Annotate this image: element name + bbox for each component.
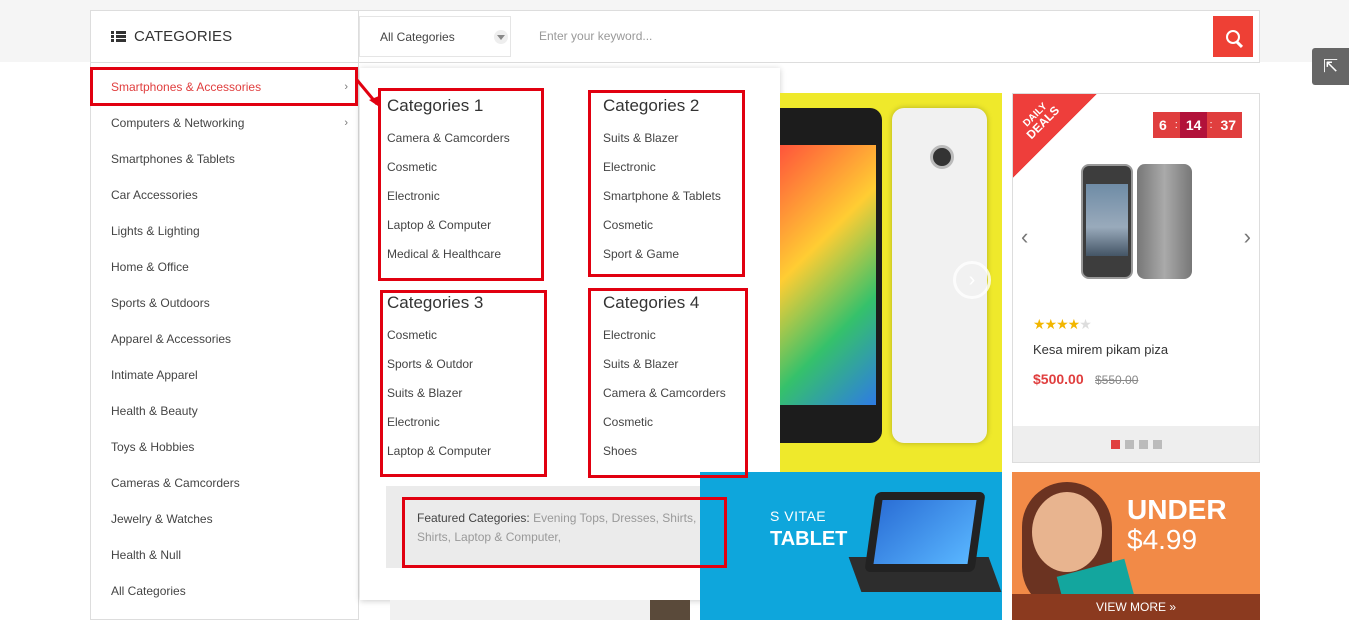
sidebar-item-label: Lights & Lighting	[111, 224, 200, 238]
sidebar-item[interactable]: Apparel & Accessories	[91, 317, 358, 353]
product-price: $500.00	[1033, 371, 1084, 387]
highlight-box	[588, 90, 745, 277]
search-bar: All Categories Enter your keyword...	[359, 10, 1260, 63]
slider-dots	[1013, 426, 1259, 462]
sidebar-item-label: Apparel & Accessories	[111, 332, 232, 346]
search-icon	[1226, 29, 1240, 44]
tablet-image	[864, 492, 986, 572]
timer-seconds: 37	[1214, 112, 1243, 138]
sidebar-item[interactable]: Health & Beauty	[91, 389, 358, 425]
sidebar-item[interactable]: Home & Office	[91, 245, 358, 281]
sidebar-item[interactable]: Computers & Networking ›	[91, 101, 358, 137]
under-price: $4.99	[1127, 524, 1198, 555]
product-image[interactable]	[1081, 164, 1133, 279]
camera-lens	[930, 145, 954, 169]
sidebar-item-label: All Categories	[111, 584, 186, 598]
product-name[interactable]: Kesa mirem pikam piza	[1033, 342, 1168, 357]
slider-next-icon[interactable]: ›	[953, 261, 991, 299]
sidebar-item-label: Health & Null	[111, 548, 182, 562]
highlight-box	[380, 290, 547, 477]
under-label: UNDER	[1127, 494, 1227, 525]
product-image-back	[1137, 164, 1192, 279]
tablet-banner[interactable]: S VITAE TABLET	[700, 472, 1002, 620]
search-input[interactable]: Enter your keyword...	[539, 29, 652, 43]
sidebar-item-label: Cameras & Camcorders	[111, 476, 240, 490]
category-select-value: All Categories	[380, 29, 455, 44]
tablet-banner-line1: S VITAE	[770, 508, 827, 524]
phone-screen	[780, 145, 876, 405]
sidebar-item[interactable]: Health & Null	[91, 533, 358, 569]
sidebar-item-label: Intimate Apparel	[111, 368, 198, 382]
chevron-right-icon[interactable]: ›	[1244, 224, 1251, 250]
categories-title: CATEGORIES	[134, 28, 233, 45]
category-select[interactable]: All Categories	[359, 16, 511, 57]
sidebar-item[interactable]: Sports & Outdoors	[91, 281, 358, 317]
sidebar-item[interactable]: Jewelry & Watches	[91, 497, 358, 533]
highlight-box	[402, 497, 727, 568]
chevron-left-icon[interactable]: ‹	[1021, 224, 1028, 250]
sidebar-item[interactable]: Toys & Hobbies	[91, 425, 358, 461]
stars-empty: ★	[1079, 316, 1092, 332]
rating-stars: ★★★★★	[1033, 316, 1092, 333]
under-price-banner[interactable]: UNDER $4.99 VIEW MORE »	[1012, 472, 1260, 620]
tablet-banner-line2: TABLET	[770, 528, 848, 550]
highlight-box	[378, 88, 544, 281]
sidebar-item-label: Health & Beauty	[111, 404, 198, 418]
countdown-timer: 6 : 14 : 37	[1153, 112, 1243, 138]
highlight-box	[90, 67, 358, 106]
page-wrapper: CATEGORIES All Categories Enter your key…	[90, 10, 1260, 620]
search-button[interactable]	[1213, 16, 1253, 57]
highlight-box	[588, 288, 748, 478]
view-more-button[interactable]: VIEW MORE »	[1012, 594, 1260, 620]
sidebar-item[interactable]: Intimate Apparel	[91, 353, 358, 389]
categories-toggle[interactable]: CATEGORIES	[90, 10, 359, 63]
slider-dot[interactable]	[1138, 439, 1148, 449]
sidebar-item[interactable]: All Categories	[91, 569, 358, 605]
categories-sidebar: Smartphones & Accessories › Computers & Ne…	[90, 63, 359, 620]
sidebar-item[interactable]: Lights & Lighting	[91, 209, 358, 245]
list-icon	[111, 31, 126, 42]
sidebar-item-label: Toys & Hobbies	[111, 440, 195, 454]
timer-hours: 6	[1153, 112, 1173, 138]
slider-dot[interactable]	[1124, 439, 1134, 449]
slider-dot[interactable]	[1152, 439, 1162, 449]
product-old-price: $550.00	[1095, 373, 1139, 387]
slider-dot-active[interactable]	[1110, 439, 1120, 449]
daily-deal-card: DAILY DEALS 6 : 14 : 37 ‹ › ★★★★★ Kesa m…	[1012, 93, 1260, 463]
timer-minutes: 14	[1179, 112, 1208, 138]
chevron-down-icon	[494, 30, 508, 44]
model-face	[1032, 492, 1102, 572]
sidebar-item-label: Computers & Networking	[111, 116, 245, 130]
timer-separator: :	[1172, 112, 1180, 138]
sidebar-item[interactable]: Smartphones & Tablets	[91, 137, 358, 173]
sidebar-item-label: Jewelry & Watches	[111, 512, 213, 526]
bottom-banner[interactable]	[390, 600, 690, 620]
stars-filled: ★★★★	[1033, 316, 1080, 332]
timer-separator: :	[1207, 112, 1215, 138]
sidebar-item-label: Car Accessories	[111, 188, 198, 202]
sidebar-item-label: Smartphones & Tablets	[111, 152, 235, 166]
sidebar-item-label: Sports & Outdoors	[111, 296, 210, 310]
phone-banner[interactable]: ›	[780, 93, 1002, 473]
share-icon[interactable]: ⇱	[1312, 48, 1349, 85]
sidebar-item[interactable]: Car Accessories	[91, 173, 358, 209]
highlight-arrow	[355, 79, 381, 108]
sidebar-item[interactable]: Cameras & Camcorders	[91, 461, 358, 497]
sidebar-item-label: Home & Office	[111, 260, 189, 274]
